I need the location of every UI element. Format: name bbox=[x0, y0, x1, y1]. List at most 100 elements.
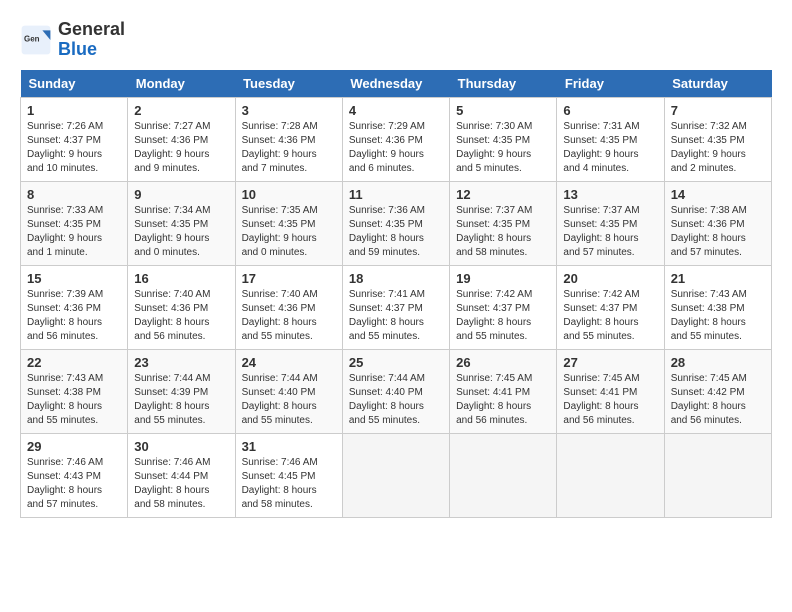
day-info: Sunrise: 7:38 AMSunset: 4:36 PMDaylight:… bbox=[671, 204, 765, 260]
calendar-cell: 21 Sunrise: 7:43 AMSunset: 4:38 PMDayligh… bbox=[664, 265, 771, 349]
calendar-cell: 20 Sunrise: 7:42 AMSunset: 4:37 PMDayligh… bbox=[557, 265, 664, 349]
day-info: Sunrise: 7:35 AMSunset: 4:35 PMDaylight:… bbox=[242, 204, 336, 260]
day-info: Sunrise: 7:42 AMSunset: 4:37 PMDaylight:… bbox=[456, 288, 550, 344]
calendar-week-row: 15 Sunrise: 7:39 AMSunset: 4:36 PMDayligh… bbox=[21, 265, 772, 349]
calendar-cell: 23 Sunrise: 7:44 AMSunset: 4:39 PMDayligh… bbox=[128, 349, 235, 433]
day-number: 22 bbox=[27, 355, 121, 370]
logo: Gen GeneralBlue bbox=[20, 20, 125, 60]
day-info: Sunrise: 7:44 AMSunset: 4:40 PMDaylight:… bbox=[242, 372, 336, 428]
day-number: 28 bbox=[671, 355, 765, 370]
day-info: Sunrise: 7:45 AMSunset: 4:41 PMDaylight:… bbox=[456, 372, 550, 428]
calendar-cell: 14 Sunrise: 7:38 AMSunset: 4:36 PMDayligh… bbox=[664, 181, 771, 265]
day-header-friday: Friday bbox=[557, 70, 664, 98]
day-number: 12 bbox=[456, 187, 550, 202]
day-number: 17 bbox=[242, 271, 336, 286]
calendar-cell: 12 Sunrise: 7:37 AMSunset: 4:35 PMDayligh… bbox=[450, 181, 557, 265]
day-info: Sunrise: 7:43 AMSunset: 4:38 PMDaylight:… bbox=[27, 372, 121, 428]
day-number: 20 bbox=[563, 271, 657, 286]
day-info: Sunrise: 7:46 AMSunset: 4:45 PMDaylight:… bbox=[242, 456, 336, 512]
day-number: 8 bbox=[27, 187, 121, 202]
day-number: 3 bbox=[242, 103, 336, 118]
day-info: Sunrise: 7:45 AMSunset: 4:42 PMDaylight:… bbox=[671, 372, 765, 428]
day-info: Sunrise: 7:37 AMSunset: 4:35 PMDaylight:… bbox=[563, 204, 657, 260]
calendar-cell: 2Sunrise: 7:27 AMSunset: 4:36 PMDaylight… bbox=[128, 97, 235, 181]
calendar-week-row: 22 Sunrise: 7:43 AMSunset: 4:38 PMDayligh… bbox=[21, 349, 772, 433]
calendar-cell: 17 Sunrise: 7:40 AMSunset: 4:36 PMDayligh… bbox=[235, 265, 342, 349]
day-number: 24 bbox=[242, 355, 336, 370]
day-number: 29 bbox=[27, 439, 121, 454]
svg-text:Gen: Gen bbox=[24, 34, 40, 43]
day-info: Sunrise: 7:28 AMSunset: 4:36 PMDaylight:… bbox=[242, 120, 336, 176]
day-number: 23 bbox=[134, 355, 228, 370]
calendar-header-row: SundayMondayTuesdayWednesdayThursdayFrid… bbox=[21, 70, 772, 98]
calendar-cell: 1 Sunrise: 7:26 AMSunset: 4:37 PMDaylight… bbox=[21, 97, 128, 181]
day-info: Sunrise: 7:34 AMSunset: 4:35 PMDaylight:… bbox=[134, 204, 228, 260]
calendar-cell: 7 Sunrise: 7:32 AMSunset: 4:35 PMDaylight… bbox=[664, 97, 771, 181]
day-info: Sunrise: 7:41 AMSunset: 4:37 PMDaylight:… bbox=[349, 288, 443, 344]
calendar-cell bbox=[664, 433, 771, 517]
day-info: Sunrise: 7:36 AMSunset: 4:35 PMDaylight:… bbox=[349, 204, 443, 260]
calendar-cell: 8 Sunrise: 7:33 AMSunset: 4:35 PMDaylight… bbox=[21, 181, 128, 265]
calendar-cell: 24 Sunrise: 7:44 AMSunset: 4:40 PMDayligh… bbox=[235, 349, 342, 433]
calendar-cell bbox=[450, 433, 557, 517]
day-info: Sunrise: 7:44 AMSunset: 4:39 PMDaylight:… bbox=[134, 372, 228, 428]
calendar-cell: 10 Sunrise: 7:35 AMSunset: 4:35 PMDayligh… bbox=[235, 181, 342, 265]
day-number: 15 bbox=[27, 271, 121, 286]
calendar-cell: 22 Sunrise: 7:43 AMSunset: 4:38 PMDayligh… bbox=[21, 349, 128, 433]
calendar-week-row: 29 Sunrise: 7:46 AMSunset: 4:43 PMDayligh… bbox=[21, 433, 772, 517]
calendar-week-row: 1 Sunrise: 7:26 AMSunset: 4:37 PMDaylight… bbox=[21, 97, 772, 181]
calendar-week-row: 8 Sunrise: 7:33 AMSunset: 4:35 PMDaylight… bbox=[21, 181, 772, 265]
day-number: 10 bbox=[242, 187, 336, 202]
calendar-cell: 31 Sunrise: 7:46 AMSunset: 4:45 PMDayligh… bbox=[235, 433, 342, 517]
calendar-table: SundayMondayTuesdayWednesdayThursdayFrid… bbox=[20, 70, 772, 518]
calendar-cell: 26 Sunrise: 7:45 AMSunset: 4:41 PMDayligh… bbox=[450, 349, 557, 433]
day-info: Sunrise: 7:39 AMSunset: 4:36 PMDaylight:… bbox=[27, 288, 121, 344]
day-info: Sunrise: 7:40 AMSunset: 4:36 PMDaylight:… bbox=[242, 288, 336, 344]
calendar-cell: 16Sunrise: 7:40 AMSunset: 4:36 PMDayligh… bbox=[128, 265, 235, 349]
day-info: Sunrise: 7:32 AMSunset: 4:35 PMDaylight:… bbox=[671, 120, 765, 176]
day-header-saturday: Saturday bbox=[664, 70, 771, 98]
day-info: Sunrise: 7:46 AMSunset: 4:44 PMDaylight:… bbox=[134, 456, 228, 512]
calendar-cell: 27 Sunrise: 7:45 AMSunset: 4:41 PMDayligh… bbox=[557, 349, 664, 433]
day-number: 14 bbox=[671, 187, 765, 202]
day-number: 31 bbox=[242, 439, 336, 454]
logo-icon: Gen bbox=[20, 24, 52, 56]
day-info: Sunrise: 7:30 AMSunset: 4:35 PMDaylight:… bbox=[456, 120, 550, 176]
day-header-monday: Monday bbox=[128, 70, 235, 98]
logo-text: GeneralBlue bbox=[58, 20, 125, 60]
day-info: Sunrise: 7:44 AMSunset: 4:40 PMDaylight:… bbox=[349, 372, 443, 428]
day-header-wednesday: Wednesday bbox=[342, 70, 449, 98]
day-number: 26 bbox=[456, 355, 550, 370]
calendar-cell: 28 Sunrise: 7:45 AMSunset: 4:42 PMDayligh… bbox=[664, 349, 771, 433]
day-number: 1 bbox=[27, 103, 121, 118]
day-number: 7 bbox=[671, 103, 765, 118]
calendar-cell: 6 Sunrise: 7:31 AMSunset: 4:35 PMDaylight… bbox=[557, 97, 664, 181]
day-number: 27 bbox=[563, 355, 657, 370]
day-number: 4 bbox=[349, 103, 443, 118]
day-number: 18 bbox=[349, 271, 443, 286]
day-number: 6 bbox=[563, 103, 657, 118]
day-number: 25 bbox=[349, 355, 443, 370]
calendar-cell: 25 Sunrise: 7:44 AMSunset: 4:40 PMDayligh… bbox=[342, 349, 449, 433]
day-info: Sunrise: 7:46 AMSunset: 4:43 PMDaylight:… bbox=[27, 456, 121, 512]
day-number: 21 bbox=[671, 271, 765, 286]
day-info: Sunrise: 7:26 AMSunset: 4:37 PMDaylight:… bbox=[27, 120, 121, 176]
calendar-cell: 3 Sunrise: 7:28 AMSunset: 4:36 PMDaylight… bbox=[235, 97, 342, 181]
day-info: Sunrise: 7:45 AMSunset: 4:41 PMDaylight:… bbox=[563, 372, 657, 428]
calendar-cell: 5Sunrise: 7:30 AMSunset: 4:35 PMDaylight… bbox=[450, 97, 557, 181]
day-info: Sunrise: 7:40 AMSunset: 4:36 PMDaylight:… bbox=[134, 288, 228, 344]
day-number: 19 bbox=[456, 271, 550, 286]
page-header: Gen GeneralBlue bbox=[20, 20, 772, 60]
day-info: Sunrise: 7:33 AMSunset: 4:35 PMDaylight:… bbox=[27, 204, 121, 260]
day-header-sunday: Sunday bbox=[21, 70, 128, 98]
calendar-cell: 15 Sunrise: 7:39 AMSunset: 4:36 PMDayligh… bbox=[21, 265, 128, 349]
day-info: Sunrise: 7:37 AMSunset: 4:35 PMDaylight:… bbox=[456, 204, 550, 260]
calendar-cell: 11Sunrise: 7:36 AMSunset: 4:35 PMDayligh… bbox=[342, 181, 449, 265]
day-info: Sunrise: 7:31 AMSunset: 4:35 PMDaylight:… bbox=[563, 120, 657, 176]
day-info: Sunrise: 7:42 AMSunset: 4:37 PMDaylight:… bbox=[563, 288, 657, 344]
day-number: 9 bbox=[134, 187, 228, 202]
calendar-cell: 29 Sunrise: 7:46 AMSunset: 4:43 PMDayligh… bbox=[21, 433, 128, 517]
day-info: Sunrise: 7:43 AMSunset: 4:38 PMDaylight:… bbox=[671, 288, 765, 344]
calendar-cell: 13Sunrise: 7:37 AMSunset: 4:35 PMDayligh… bbox=[557, 181, 664, 265]
day-number: 2 bbox=[134, 103, 228, 118]
